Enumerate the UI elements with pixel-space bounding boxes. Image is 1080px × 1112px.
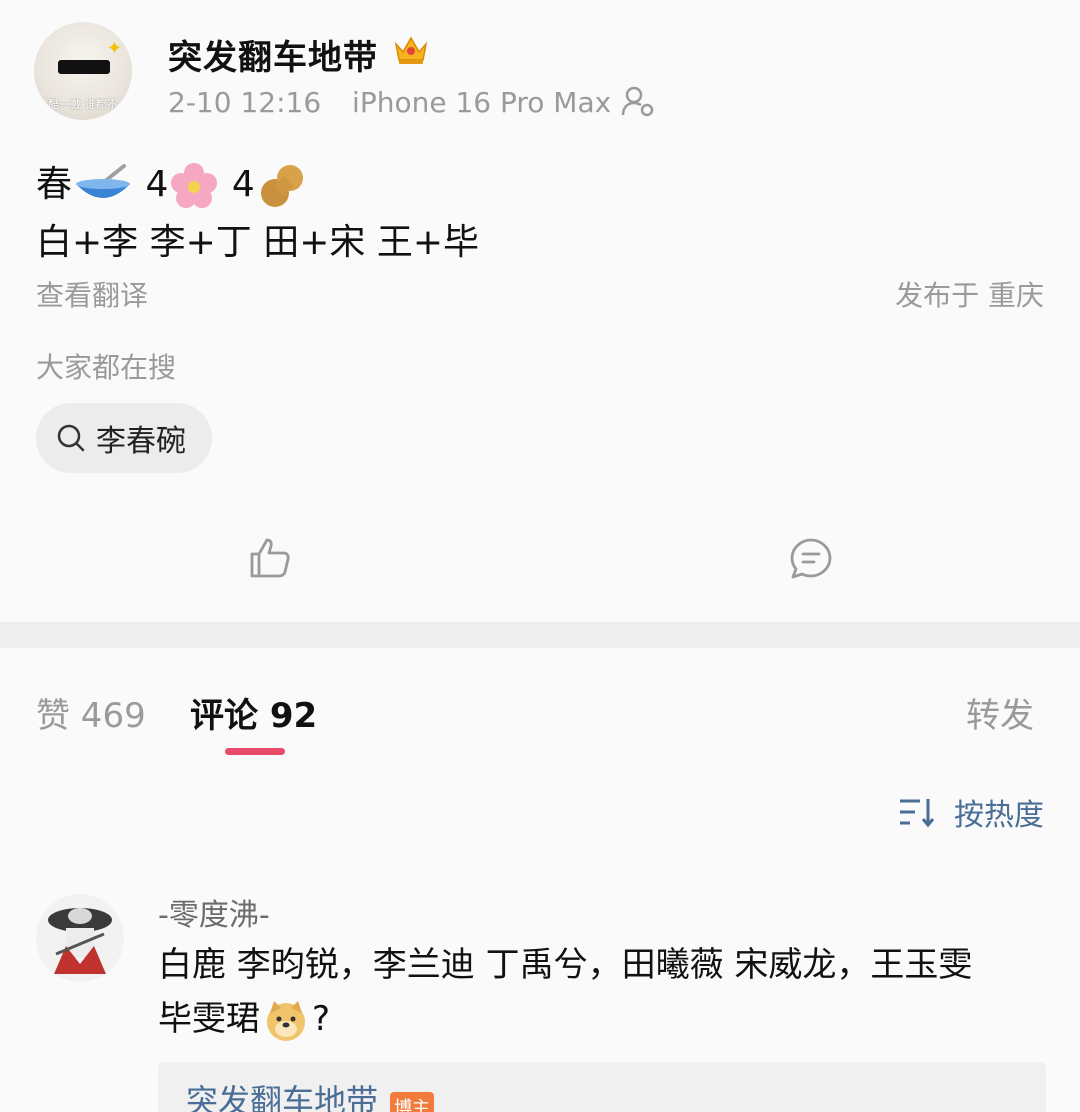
bowl-icon — [76, 164, 131, 198]
avatar-caption: 酷一戴 谁都不 — [48, 98, 118, 111]
comment-line-1: 白鹿 李昀锐，李兰迪 丁禹兮，田曦薇 宋威龙，王玉雯 — [158, 945, 973, 985]
trending-search-chip[interactable]: 李春碗 — [36, 403, 212, 473]
crown-icon — [394, 36, 428, 64]
section-divider — [0, 622, 1080, 648]
post-meta: 2-10 12:16 iPhone 16 Pro Max — [168, 86, 611, 119]
post-location: 发布于 重庆 — [895, 279, 1044, 312]
comment-line-2-suffix: ? — [312, 999, 331, 1039]
translate-link[interactable]: 查看翻译 — [36, 274, 148, 314]
sparkle-icon: ✦ — [106, 38, 122, 59]
commenter-avatar[interactable] — [36, 894, 124, 982]
interaction-tabs: 赞 469 评论 92 转发 — [0, 648, 1080, 766]
author-avatar[interactable]: ✦ 酷一戴 谁都不 — [34, 22, 132, 120]
search-chip-label: 李春碗 — [96, 424, 186, 459]
trending-search-title: 大家都在搜 — [36, 351, 177, 384]
peanut-icon — [260, 165, 303, 207]
active-tab-indicator — [225, 748, 285, 755]
content-count-2: 4 — [231, 164, 255, 205]
follow-user-icon[interactable] — [620, 84, 656, 118]
comment-line-2: 毕雯珺 ? — [158, 992, 1048, 1046]
commenter-avatar-art — [48, 908, 112, 974]
commenter-name[interactable]: -零度沸- — [158, 890, 270, 934]
reply-author-name[interactable]: 突发翻车地带 — [186, 1076, 378, 1112]
content-prefix: 春 — [36, 164, 73, 205]
sort-toggle[interactable]: 按热度 — [898, 790, 1044, 834]
like-icon[interactable] — [248, 536, 292, 580]
post-time: 2-10 12:16 — [168, 86, 322, 119]
tab-likes[interactable]: 赞 469 — [36, 688, 146, 737]
post-card: ✦ 酷一戴 谁都不 突发翻车地带 2-10 12:16 iPhone 16 Pr… — [0, 0, 1080, 622]
post-device: iPhone 16 Pro Max — [352, 86, 612, 119]
reply-preview[interactable]: 突发翻车地带 博主 — [158, 1062, 1046, 1112]
content-count-1: 4 — [145, 164, 169, 205]
comment-line-2-text: 毕雯珺 — [158, 999, 260, 1039]
sort-label: 按热度 — [954, 798, 1044, 833]
search-icon — [57, 424, 85, 452]
content-line-1: 春 4 4 — [36, 156, 479, 214]
sort-icon — [900, 799, 935, 828]
author-name[interactable]: 突发翻车地带 — [168, 30, 378, 79]
post-content: 春 4 4 白+李 李+丁 田+宋 王+毕 — [36, 156, 479, 272]
sunglasses-graphic — [58, 60, 110, 74]
author-badge: 博主 — [390, 1092, 434, 1112]
tab-comments[interactable]: 评论 92 — [190, 688, 317, 737]
flower-icon — [171, 163, 218, 208]
content-line-2: 白+李 李+丁 田+宋 王+毕 — [36, 222, 479, 263]
comment-text: 白鹿 李昀锐，李兰迪 丁禹兮，田曦薇 宋威龙，王玉雯 毕雯珺 ? — [158, 938, 1048, 1046]
doge-emoji-icon — [267, 1000, 305, 1041]
comment-icon[interactable] — [788, 536, 834, 582]
tab-forward[interactable]: 转发 — [966, 688, 1034, 737]
